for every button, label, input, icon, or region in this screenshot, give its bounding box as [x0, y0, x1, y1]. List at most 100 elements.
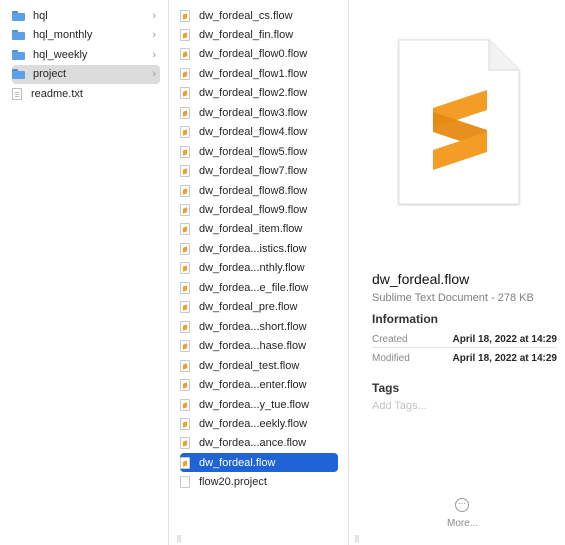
tags-heading: Tags: [372, 381, 400, 395]
file-list-item[interactable]: dw_fordeal_flow3.flow: [180, 103, 338, 122]
file-name-label: dw_fordea...ance.flow: [199, 437, 307, 450]
chevron-right-icon: ›: [152, 9, 156, 22]
file-name-label: dw_fordeal.flow: [199, 456, 276, 469]
sublime-file-icon: [180, 281, 190, 294]
file-name-label: dw_fordea...eekly.flow: [199, 417, 308, 430]
file-list-item[interactable]: flow20.project: [180, 473, 338, 492]
chevron-right-icon: ›: [152, 68, 156, 80]
sidebar-item-hql-monthly[interactable]: hql_monthly ›: [12, 26, 160, 45]
sublime-file-icon: [180, 262, 190, 275]
sidebar-item-hql[interactable]: hql ›: [12, 6, 160, 25]
file-list-item[interactable]: dw_fordeal_flow7.flow: [180, 162, 338, 181]
file-list-item[interactable]: dw_fordea...e_file.flow: [180, 278, 338, 297]
file-list-column: dw_fordeal_cs.flow dw_fordeal_fin.flow dw_…: [170, 0, 349, 545]
file-list-item[interactable]: dw_fordeal_flow0.flow: [180, 45, 338, 64]
file-name-label: dw_fordeal_flow3.flow: [199, 106, 308, 119]
file-list-item[interactable]: dw_fordeal_test.flow: [180, 356, 338, 375]
file-name-label: dw_fordeal_flow7.flow: [199, 165, 308, 178]
sublime-file-icon: [180, 417, 190, 430]
sublime-file-icon: [180, 28, 190, 41]
file-name-label: dw_fordea...istics.flow: [199, 242, 307, 255]
file-list-item[interactable]: dw_fordea...ance.flow: [180, 434, 338, 453]
sidebar-item-hql-weekly[interactable]: hql_weekly ›: [12, 45, 160, 64]
file-name-label: dw_fordea...nthly.flow: [199, 262, 305, 275]
sidebar-item-readme-txt[interactable]: readme.txt: [12, 84, 160, 103]
sublime-file-icon: [180, 165, 190, 178]
file-list-item[interactable]: dw_fordea...istics.flow: [180, 239, 338, 258]
file-list-item[interactable]: dw_fordeal_flow1.flow: [180, 64, 338, 83]
file-name-label: dw_fordeal_flow9.flow: [199, 204, 308, 216]
file-list-item[interactable]: dw_fordeal_item.flow: [180, 220, 338, 239]
file-name-label: dw_fordea...short.flow: [199, 320, 307, 333]
file-list-item[interactable]: dw_fordeal_fin.flow: [180, 25, 338, 44]
file-list-item[interactable]: dw_fordeal_flow4.flow: [180, 123, 338, 142]
ellipsis-icon: ⋯: [455, 498, 469, 512]
folder-icon: [12, 30, 25, 40]
file-name-label: dw_fordeal_flow5.flow: [199, 145, 308, 158]
file-name-label: flow20.project: [199, 476, 267, 489]
folder-icon: [12, 49, 25, 60]
sublime-file-icon: [180, 437, 190, 450]
file-list-item[interactable]: dw_fordeal_flow5.flow: [180, 142, 338, 161]
sublime-document-icon: [398, 39, 520, 205]
folder-icon: [12, 69, 25, 79]
file-list-item[interactable]: dw_fordeal.flow: [180, 453, 338, 473]
file-name-label: dw_fordeal_fin.flow: [199, 28, 294, 41]
sublime-file-icon: [180, 242, 190, 255]
sublime-file-icon: [180, 320, 190, 333]
sublime-file-icon: [180, 359, 190, 372]
sublime-file-icon: [180, 67, 190, 80]
file-name-label: dw_fordeal_item.flow: [199, 223, 303, 236]
file-name-label: dw_fordeal_test.flow: [199, 359, 300, 372]
sublime-file-icon: [180, 145, 190, 158]
sidebar-column: hql › hql_monthly › hql_weekly › project › readm…: [0, 0, 169, 545]
file-list-item[interactable]: dw_fordeal_pre.flow: [180, 298, 338, 317]
sidebar-item-label: hql_monthly: [33, 29, 93, 41]
file-name-label: dw_fordeal_flow1.flow: [199, 67, 308, 80]
sublime-file-icon: [180, 48, 190, 61]
file-name-label: dw_fordea...y_tue.flow: [199, 398, 310, 411]
file-list-item[interactable]: dw_fordea...enter.flow: [180, 376, 338, 395]
column-resize-handle[interactable]: ||: [174, 533, 184, 545]
file-list-item[interactable]: dw_fordea...y_tue.flow: [180, 395, 338, 414]
file-name-label: dw_fordeal_pre.flow: [199, 301, 298, 314]
folder-icon: [12, 10, 25, 21]
preview-file-name: dw_fordeal.flow: [372, 271, 470, 287]
file-name-label: dw_fordeal_flow0.flow: [199, 48, 308, 61]
modified-value: April 18, 2022 at 14:29: [452, 353, 557, 364]
sublime-file-icon: [180, 87, 190, 100]
sublime-file-icon: [180, 398, 190, 411]
divider: [372, 347, 557, 348]
sublime-file-icon: [180, 340, 190, 353]
more-label: More...: [447, 518, 479, 529]
file-list-item[interactable]: dw_fordea...short.flow: [180, 317, 338, 336]
sublime-file-icon: [180, 204, 190, 216]
file-name-label: dw_fordea...enter.flow: [199, 379, 307, 392]
sublime-file-icon: [180, 106, 190, 119]
more-button[interactable]: ⋯ More...: [447, 498, 479, 529]
created-value: April 18, 2022 at 14:29: [452, 334, 557, 345]
file-name-label: dw_fordeal_flow8.flow: [199, 184, 308, 197]
sublime-file-icon: [180, 379, 190, 392]
file-name-label: dw_fordeal_flow4.flow: [199, 126, 308, 139]
file-list-item[interactable]: dw_fordeal_flow8.flow: [180, 181, 338, 200]
add-tags-field[interactable]: Add Tags...: [372, 400, 427, 412]
sidebar-item-project[interactable]: project ›: [12, 64, 160, 84]
chevron-right-icon: ›: [152, 29, 156, 41]
sublime-file-icon: [180, 223, 190, 236]
file-list-item[interactable]: dw_fordeal_flow2.flow: [180, 84, 338, 103]
information-heading: Information: [372, 312, 438, 326]
modified-label: Modified: [372, 353, 410, 364]
sidebar-item-label: readme.txt: [31, 87, 83, 100]
sublime-file-icon: [180, 9, 190, 22]
sublime-file-icon: [180, 184, 190, 197]
file-list-item[interactable]: dw_fordea...nthly.flow: [180, 259, 338, 278]
sidebar-item-label: project: [33, 68, 67, 80]
file-name-label: dw_fordea...hase.flow: [199, 340, 307, 353]
file-list-item[interactable]: dw_fordea...hase.flow: [180, 337, 338, 356]
file-list-item[interactable]: dw_fordeal_flow9.flow: [180, 201, 338, 220]
chevron-right-icon: ›: [152, 48, 156, 61]
column-resize-handle[interactable]: ||: [352, 533, 362, 545]
file-list-item[interactable]: dw_fordeal_cs.flow: [180, 6, 338, 25]
file-list-item[interactable]: dw_fordea...eekly.flow: [180, 414, 338, 433]
